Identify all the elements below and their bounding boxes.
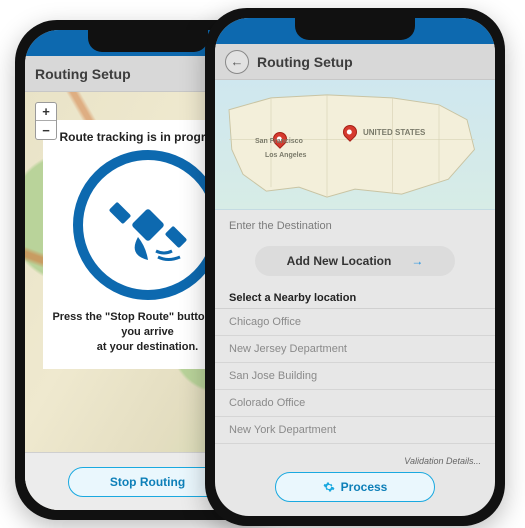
phone-right-screen: ← Routing Setup UNITED STATES San Franci…: [215, 18, 495, 516]
back-button[interactable]: ←: [225, 50, 249, 74]
add-location-button[interactable]: Add New Location →: [255, 246, 455, 276]
page-title: Routing Setup: [35, 66, 131, 82]
notch: [295, 18, 415, 40]
title-bar: ← Routing Setup: [215, 44, 495, 80]
destination-label: Enter the Destination: [229, 220, 481, 232]
gear-icon: [323, 481, 335, 493]
page-title: Routing Setup: [257, 54, 353, 70]
map-country-label: UNITED STATES: [363, 128, 425, 137]
zoom-control: + −: [35, 102, 57, 140]
validation-link[interactable]: Validation Details...: [215, 450, 495, 466]
map-city-label: San Francisco: [255, 138, 303, 145]
location-list: Chicago Office New Jersey Department San…: [215, 308, 495, 450]
notch: [88, 30, 208, 52]
map-city-label: Los Angeles: [265, 152, 306, 159]
stop-routing-button[interactable]: Stop Routing: [68, 467, 228, 497]
arrow-right-icon: →: [411, 254, 423, 268]
list-item[interactable]: New Jersey Department: [215, 336, 495, 363]
arrow-left-icon: ←: [231, 55, 244, 68]
list-item[interactable]: New York Department: [215, 417, 495, 444]
list-item[interactable]: San Jose Building: [215, 363, 495, 390]
bottom-bar: Process: [215, 466, 495, 516]
process-button[interactable]: Process: [275, 472, 435, 502]
right-content: UNITED STATES San Francisco Los Angeles …: [215, 80, 495, 516]
list-item[interactable]: Colorado Office: [215, 390, 495, 417]
zoom-in-button[interactable]: +: [36, 103, 56, 121]
zoom-out-button[interactable]: −: [36, 121, 56, 139]
destination-section: Enter the Destination Add New Location →: [215, 210, 495, 292]
nearby-label: Select a Nearby location: [215, 292, 495, 308]
list-item[interactable]: Chicago Office: [215, 309, 495, 336]
satellite-icon: [73, 150, 223, 300]
phone-right: ← Routing Setup UNITED STATES San Franci…: [205, 8, 505, 526]
us-map[interactable]: UNITED STATES San Francisco Los Angeles: [215, 80, 495, 210]
